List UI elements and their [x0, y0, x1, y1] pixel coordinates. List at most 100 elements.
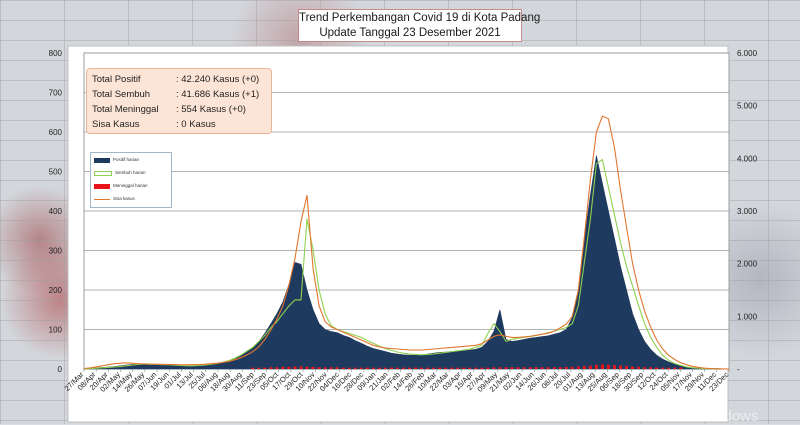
meninggal-bar: [257, 367, 261, 369]
meninggal-bar: [667, 367, 671, 369]
meninggal-bar: [606, 364, 610, 369]
meninggal-bar: [631, 366, 635, 369]
legend-swatch-sisa: [94, 198, 110, 200]
legend-swatch-meninggal: [94, 183, 110, 189]
meninggal-bar: [395, 367, 399, 369]
left-tick-label: 800: [49, 49, 63, 58]
meninggal-bar: [311, 366, 315, 369]
meninggal-bar: [600, 364, 604, 369]
meninggal-bar: [341, 367, 345, 369]
meninggal-bar: [582, 366, 586, 369]
meninggal-bar: [576, 366, 580, 369]
meninggal-bar: [251, 367, 255, 369]
legend-item-meninggal: Meninggal harian: [94, 182, 148, 190]
stat-label: Total Positif: [92, 74, 141, 85]
left-tick-label: 300: [49, 247, 63, 256]
meninggal-bar: [444, 367, 448, 369]
meninggal-bar: [540, 367, 544, 369]
chart: 0 100 200 300 400 500 600 700 800 - 1.000 2.000 3.0…: [49, 45, 758, 423]
meninggal-bar: [426, 367, 430, 369]
right-tick-label: 3.000: [737, 207, 758, 216]
meninggal-bar: [414, 367, 418, 369]
legend-label: Meninggal harian: [113, 183, 148, 188]
meninggal-bar: [305, 366, 309, 369]
left-tick-label: 100: [49, 326, 63, 335]
right-tick-label: 4.000: [737, 154, 758, 163]
meninggal-bar: [528, 367, 532, 369]
meninggal-bar: [649, 367, 653, 369]
meninggal-bar: [420, 367, 424, 369]
meninggal-bar: [353, 367, 357, 369]
meninggal-bar: [408, 367, 412, 369]
stat-label: Total Sembuh: [92, 89, 151, 100]
meninggal-bar: [462, 367, 466, 369]
meninggal-bar: [401, 367, 405, 369]
meninggal-bar: [498, 367, 502, 369]
right-tick-label: 6.000: [737, 49, 758, 58]
meninggal-bar: [450, 367, 454, 369]
meninggal-bar: [594, 364, 598, 369]
stat-value: : 554 Kasus (+0): [176, 104, 246, 115]
stat-label: Total Meninggal: [92, 104, 159, 115]
meninggal-bar: [655, 367, 659, 369]
meninggal-bar: [389, 367, 393, 369]
stat-total-meninggal: Total Meninggal : 554 Kasus (+0): [92, 102, 266, 117]
meninggal-bar: [516, 367, 520, 369]
meninggal-bar: [480, 367, 484, 369]
meninggal-bar: [377, 367, 381, 369]
legend-item-sembuh: Sembuh harian: [94, 169, 146, 177]
stat-value: : 0 Kasus: [176, 119, 216, 130]
left-tick-label: 600: [49, 128, 63, 137]
meninggal-bar: [456, 367, 460, 369]
meninggal-bar: [552, 367, 556, 369]
meninggal-bar: [474, 367, 478, 369]
meninggal-bar: [643, 367, 647, 369]
left-tick-label: 0: [58, 365, 63, 374]
meninggal-bar: [522, 367, 526, 369]
legend-item-sisa: Sisa kasus: [94, 195, 135, 203]
legend-label: Sembuh harian: [115, 170, 146, 175]
chart-legend: Positif harian Sembuh harian Meninggal h…: [90, 152, 172, 208]
meninggal-bar: [347, 367, 351, 369]
meninggal-bar: [317, 367, 321, 369]
meninggal-bar: [534, 367, 538, 369]
meninggal-bar: [618, 365, 622, 369]
right-tick-label: 2.000: [737, 260, 758, 269]
meninggal-bar: [323, 367, 327, 369]
meninggal-bar: [546, 367, 550, 369]
chart-title-box: Trend Perkembangan Covid 19 di Kota Pada…: [298, 9, 541, 42]
legend-label: Positif harian: [113, 157, 140, 162]
meninggal-bar: [564, 366, 568, 369]
meninggal-bar: [299, 366, 303, 369]
meninggal-bar: [588, 365, 592, 369]
meninggal-bar: [468, 367, 472, 369]
summary-box: Total Positif : 42.240 Kasus (+0) Total …: [86, 68, 272, 134]
chart-title: Trend Perkembangan Covid 19 di Kota Pada…: [299, 12, 541, 24]
meninggal-bar: [612, 365, 616, 369]
meninggal-bar: [486, 367, 490, 369]
meninggal-bar: [293, 366, 297, 369]
right-tick-label: 1.000: [737, 312, 758, 321]
left-tick-label: 500: [49, 168, 63, 177]
left-tick-label: 200: [49, 286, 63, 295]
meninggal-bar: [281, 366, 285, 369]
meninggal-bar: [625, 366, 629, 369]
meninggal-bar: [329, 367, 333, 369]
meninggal-bar: [661, 367, 665, 369]
stat-value: : 41.686 Kasus (+1): [176, 89, 260, 100]
left-tick-label: 400: [49, 207, 63, 216]
stat-sisa-kasus: Sisa Kasus : 0 Kasus: [92, 117, 266, 132]
right-tick-label: 5.000: [737, 102, 758, 111]
legend-swatch-sembuh: [94, 170, 112, 176]
legend-label: Sisa kasus: [113, 196, 135, 201]
legend-swatch-positif: [94, 157, 110, 163]
meninggal-bar: [371, 367, 375, 369]
meninggal-bar: [275, 367, 279, 369]
meninggal-bar: [432, 367, 436, 369]
stat-total-positif: Total Positif : 42.240 Kasus (+0): [92, 72, 266, 87]
meninggal-bar: [335, 367, 339, 369]
meninggal-bar: [570, 366, 574, 369]
meninggal-bar: [673, 367, 677, 369]
meninggal-bar: [679, 367, 683, 369]
right-tick-label: -: [737, 365, 740, 374]
